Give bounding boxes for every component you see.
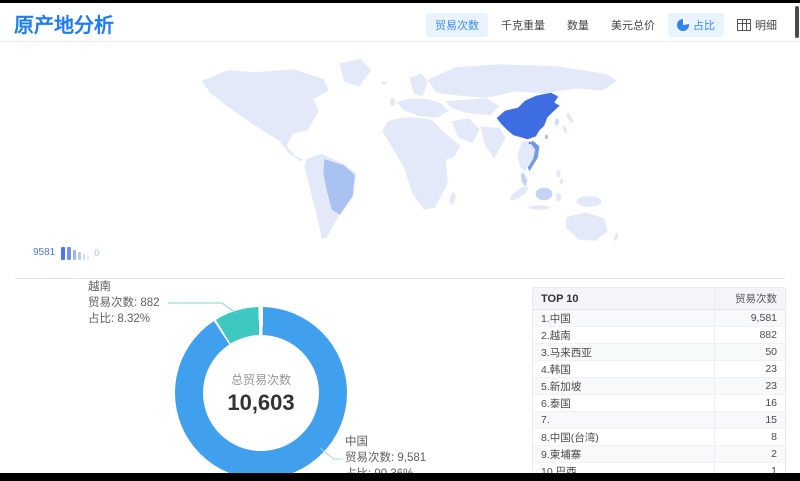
map-europe	[396, 98, 449, 118]
row-value: 2	[714, 446, 785, 462]
top10-table-body: 1.中国 9,581 2.越南 882 3.马来西亚 50 4.韩国 23 5.…	[533, 310, 785, 479]
row-value: 15	[714, 412, 785, 428]
row-country: 9.柬埔寨	[533, 447, 714, 462]
vietnam-leader-line	[168, 303, 236, 313]
page-title: 原产地分析	[14, 9, 114, 38]
map-land-regions	[201, 59, 619, 242]
pie-icon	[677, 19, 689, 31]
map-africa	[382, 117, 461, 210]
callout-vietnam-count: 贸易次数: 882	[88, 295, 160, 311]
row-value: 16	[714, 395, 785, 411]
map-philippines-2	[560, 179, 564, 185]
metric-toolbar: 贸易次数 千克重量 数量 美元总价 占比 明细	[426, 13, 786, 37]
header-divider	[0, 41, 800, 42]
view-button-detail[interactable]: 明细	[728, 13, 786, 37]
map-north-america	[201, 69, 329, 162]
origin-analysis-page: 原产地分析 贸易次数 千克重量 数量 美元总价 占比 明细	[0, 0, 800, 481]
legend-bar	[78, 252, 81, 260]
top10-header-value: 贸易次数	[714, 288, 785, 309]
metric-button-trade-count[interactable]: 贸易次数	[426, 13, 488, 37]
map-country-korea[interactable]	[555, 118, 560, 127]
callout-vietnam-percent: 占比: 8.32%	[88, 311, 160, 327]
map-greenland	[339, 59, 372, 88]
metric-button-usd-total[interactable]: 美元总价	[602, 13, 664, 37]
map-japan-2	[562, 125, 569, 135]
top-border	[0, 0, 800, 3]
row-country: 4.韩国	[533, 362, 714, 377]
detail-button-label: 明细	[755, 17, 777, 33]
donut-center: 总贸易次数 10,603	[203, 335, 319, 451]
map-scandinavia	[409, 73, 428, 97]
map-borneo	[536, 188, 553, 201]
table-row[interactable]: 9.柬埔寨 2	[533, 446, 785, 463]
top10-table-header: TOP 10 贸易次数	[533, 288, 785, 310]
donut-total-label: 总贸易次数	[231, 371, 291, 388]
row-country: 5.新加坡	[533, 379, 714, 394]
map-sulawesi	[556, 193, 562, 202]
map-iceland	[381, 81, 387, 85]
row-value: 23	[714, 378, 785, 394]
legend-max-value: 9581	[33, 247, 55, 258]
table-row[interactable]: 8.中国(台湾) 8	[533, 429, 785, 446]
table-row[interactable]: 2.越南 882	[533, 327, 785, 344]
row-value: 50	[714, 344, 785, 360]
map-country-taiwan[interactable]	[545, 135, 548, 140]
view-button-percentage[interactable]: 占比	[668, 13, 724, 37]
callout-vietnam: 越南 贸易次数: 882 占比: 8.32%	[88, 279, 160, 327]
map-new-guinea	[576, 196, 602, 207]
row-value: 882	[714, 327, 785, 343]
legend-bar	[83, 254, 85, 260]
top10-table: TOP 10 贸易次数 1.中国 9,581 2.越南 882 3.马来西亚 5…	[532, 287, 786, 480]
map-sumatra	[508, 184, 531, 203]
map-new-zealand	[613, 232, 620, 242]
table-row[interactable]: 5.新加坡 23	[533, 378, 785, 395]
legend-bar	[67, 247, 71, 260]
row-value: 9,581	[714, 310, 785, 326]
legend-min-value: 0	[94, 248, 99, 258]
map-madagascar	[448, 191, 457, 205]
percentage-button-label: 占比	[693, 17, 715, 33]
table-row[interactable]: 1.中国 9,581	[533, 310, 785, 327]
map-russia	[428, 64, 618, 99]
map-middle-east	[451, 118, 480, 144]
table-row[interactable]: 3.马来西亚 50	[533, 344, 785, 361]
row-country: 2.越南	[533, 328, 714, 343]
donut-chart[interactable]: 总贸易次数 10,603	[175, 307, 347, 479]
map-uk	[390, 98, 396, 107]
bottom-border	[0, 473, 800, 481]
table-row[interactable]: 7. 15	[533, 412, 785, 429]
legend-bar	[73, 250, 76, 260]
row-country: 1.中国	[533, 311, 714, 326]
table-row[interactable]: 6.泰国 16	[533, 395, 785, 412]
map-country-china[interactable]	[497, 93, 561, 140]
map-country-malaysia[interactable]	[521, 173, 528, 188]
row-country: 3.马来西亚	[533, 345, 714, 360]
metric-button-quantity[interactable]: 数量	[558, 13, 598, 37]
table-icon	[737, 19, 751, 31]
row-country: 8.中国(台湾)	[533, 430, 714, 445]
map-legend: 9581 0	[33, 245, 99, 260]
world-map[interactable]	[180, 52, 630, 252]
metric-button-kg-weight[interactable]: 千克重量	[492, 13, 554, 37]
map-philippines	[556, 170, 561, 178]
top10-header-rank: TOP 10	[533, 293, 714, 305]
legend-bar	[61, 247, 65, 260]
scrollbar-thumb[interactable]	[795, 6, 799, 38]
map-india	[480, 126, 506, 159]
map-japan	[565, 112, 575, 125]
donut-total-value: 10,603	[227, 390, 294, 416]
table-row[interactable]: 4.韩国 23	[533, 361, 785, 378]
map-australia	[566, 212, 608, 241]
callout-china-count: 贸易次数: 9,581	[345, 450, 426, 466]
map-java	[528, 205, 550, 210]
row-value: 23	[714, 361, 785, 377]
legend-bar	[87, 255, 89, 260]
map-central-asia	[445, 98, 500, 116]
callout-vietnam-name: 越南	[88, 279, 160, 295]
row-value: 8	[714, 429, 785, 445]
row-country: 7.	[533, 414, 714, 426]
callout-china-name: 中国	[345, 434, 426, 450]
row-country: 6.泰国	[533, 396, 714, 411]
